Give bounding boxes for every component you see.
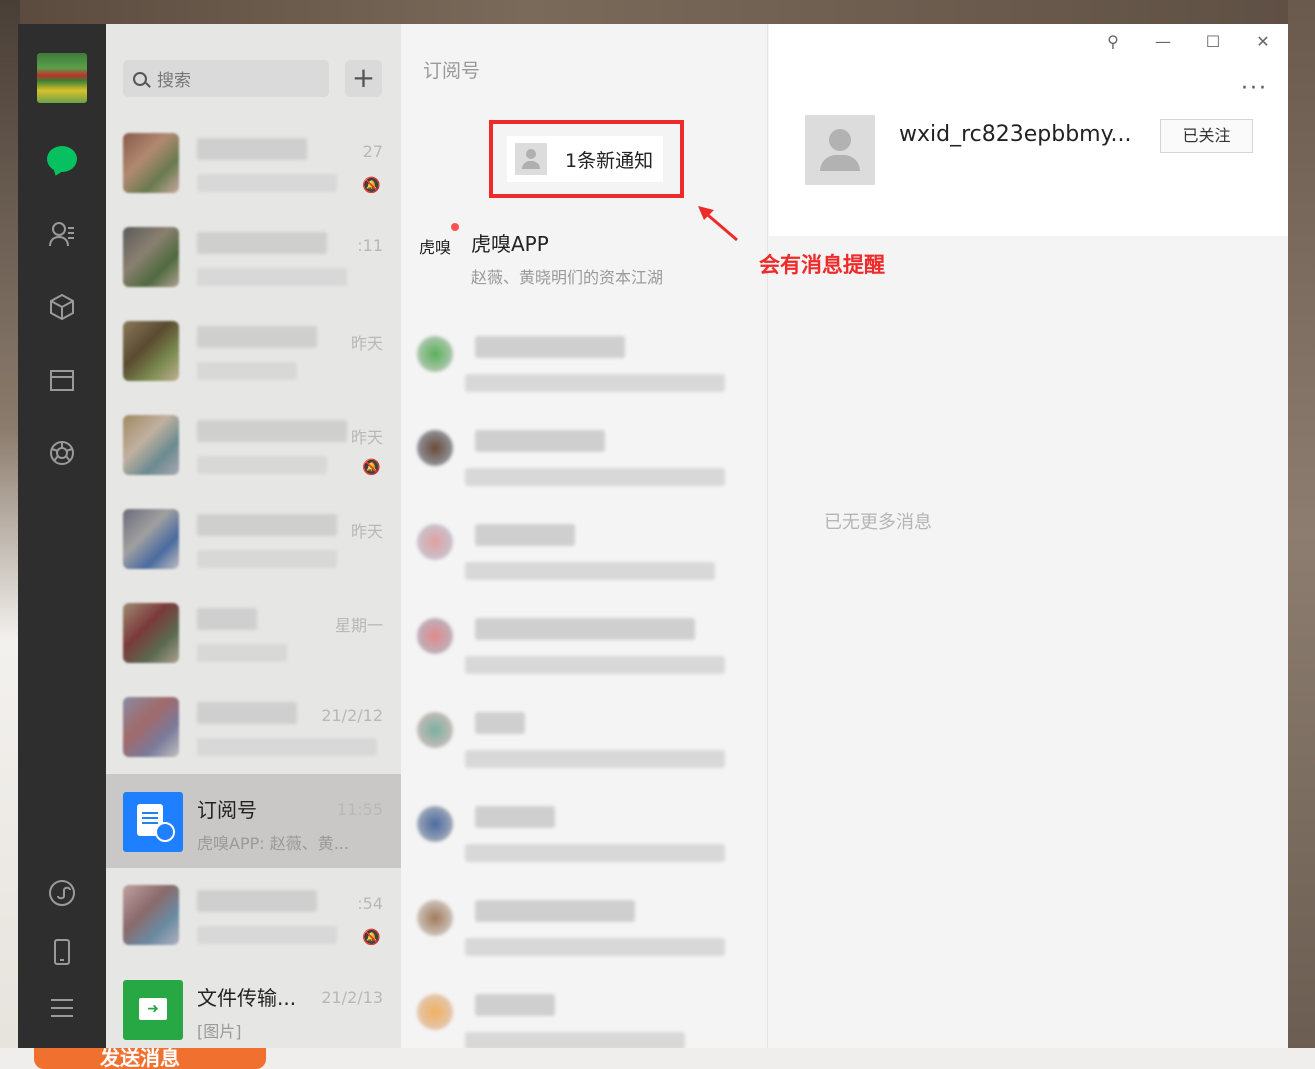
avatar [123, 885, 179, 945]
list-item[interactable]: 21/2/12 [106, 680, 401, 774]
list-item[interactable] [401, 504, 767, 598]
mute-icon: 🔕 [362, 176, 381, 194]
avatar [123, 697, 179, 757]
subscription-preview: 赵薇、黄晓明们的资本江湖 [471, 268, 664, 287]
list-item[interactable]: :11 [106, 210, 401, 304]
subscription-account-icon [123, 792, 183, 852]
highlight-box: 1条新通知 [489, 120, 684, 198]
avatar [123, 227, 179, 287]
search-input[interactable]: 搜索 [123, 60, 329, 97]
pin-icon[interactable]: ⚲ [1098, 32, 1128, 51]
annotation-label: 会有消息提醒 [759, 253, 885, 277]
list-item[interactable] [401, 786, 767, 880]
list-item[interactable]: :54 🔕 [106, 868, 401, 962]
subscriptions-panel: 订阅号 1条新通知 虎嗅 虎嗅APP 赵薇、黄晓明们的资本江湖 [401, 24, 768, 1048]
user-avatar[interactable] [37, 53, 87, 103]
list-item-file-transfer[interactable]: ➜ 文件传输... 21/2/13 [图片] [106, 962, 401, 1048]
avatar [123, 603, 179, 663]
account-name: wxid_rc823epbbmy... [899, 122, 1132, 147]
list-item[interactable]: 昨天 [106, 492, 401, 586]
list-item[interactable] [401, 316, 767, 410]
collections-cube-icon[interactable] [37, 282, 87, 332]
chat-list-panel: 搜索 + 27 🔕 :11 昨天 昨天 🔕 昨天 星期一 21/2/12 订阅号… [106, 24, 401, 1048]
list-item[interactable]: 昨天 [106, 304, 401, 398]
avatar [123, 509, 179, 569]
more-options-icon[interactable]: ··· [1241, 76, 1268, 101]
maximize-button[interactable]: ☐ [1198, 32, 1228, 51]
desktop-background-right [1288, 0, 1315, 1069]
desktop-background-left [0, 0, 20, 1069]
menu-icon[interactable] [37, 983, 87, 1033]
account-detail-panel: ⚲ — ☐ ✕ ··· wxid_rc823epbbmy... 已关注 已无更多… [769, 24, 1288, 1048]
list-item[interactable] [401, 598, 767, 692]
add-chat-button[interactable]: + [345, 60, 382, 97]
list-item[interactable]: 27 🔕 [106, 116, 401, 210]
annotation-arrow-icon [698, 206, 738, 242]
account-avatar [805, 115, 875, 185]
phone-icon[interactable] [37, 927, 87, 977]
avatar [123, 133, 179, 193]
contacts-icon[interactable] [37, 209, 87, 259]
chat-icon[interactable] [37, 134, 87, 184]
default-avatar-icon [515, 143, 547, 175]
close-button[interactable]: ✕ [1248, 32, 1278, 51]
account-header: ⚲ — ☐ ✕ ··· wxid_rc823epbbmy... 已关注 [769, 24, 1288, 236]
folder-icon[interactable] [37, 355, 87, 405]
list-item[interactable] [401, 692, 767, 786]
list-item-subscriptions[interactable]: 订阅号 11:55 虎嗅APP: 赵薇、黄... [106, 774, 401, 868]
panel-title: 订阅号 [423, 60, 481, 82]
moments-shutter-icon[interactable] [37, 428, 87, 478]
list-item[interactable]: 昨天 🔕 [106, 398, 401, 492]
list-item[interactable] [401, 880, 767, 974]
mute-icon: 🔕 [362, 928, 381, 946]
unread-dot [451, 223, 459, 231]
wechat-window: 搜索 + 27 🔕 :11 昨天 昨天 🔕 昨天 星期一 21/2/12 订阅号… [18, 24, 1288, 1048]
subscription-title[interactable]: 虎嗅APP [471, 228, 549, 257]
huxiu-logo: 虎嗅 [419, 238, 452, 257]
list-item[interactable] [401, 974, 767, 1048]
followed-button[interactable]: 已关注 [1160, 119, 1253, 153]
empty-state-text: 已无更多消息 [824, 512, 932, 533]
mini-program-icon[interactable] [37, 868, 87, 918]
list-item[interactable]: 星期一 [106, 586, 401, 680]
minimize-button[interactable]: — [1148, 32, 1178, 51]
avatar [123, 321, 179, 381]
file-transfer-icon: ➜ [123, 980, 183, 1040]
mute-icon: 🔕 [362, 458, 381, 476]
background-send-message-button[interactable]: 发送消息 [34, 1048, 266, 1069]
avatar [123, 415, 179, 475]
new-notification-button[interactable]: 1条新通知 [507, 136, 663, 182]
search-icon [133, 71, 147, 86]
list-item[interactable] [401, 410, 767, 504]
sidebar-nav [18, 24, 106, 1048]
